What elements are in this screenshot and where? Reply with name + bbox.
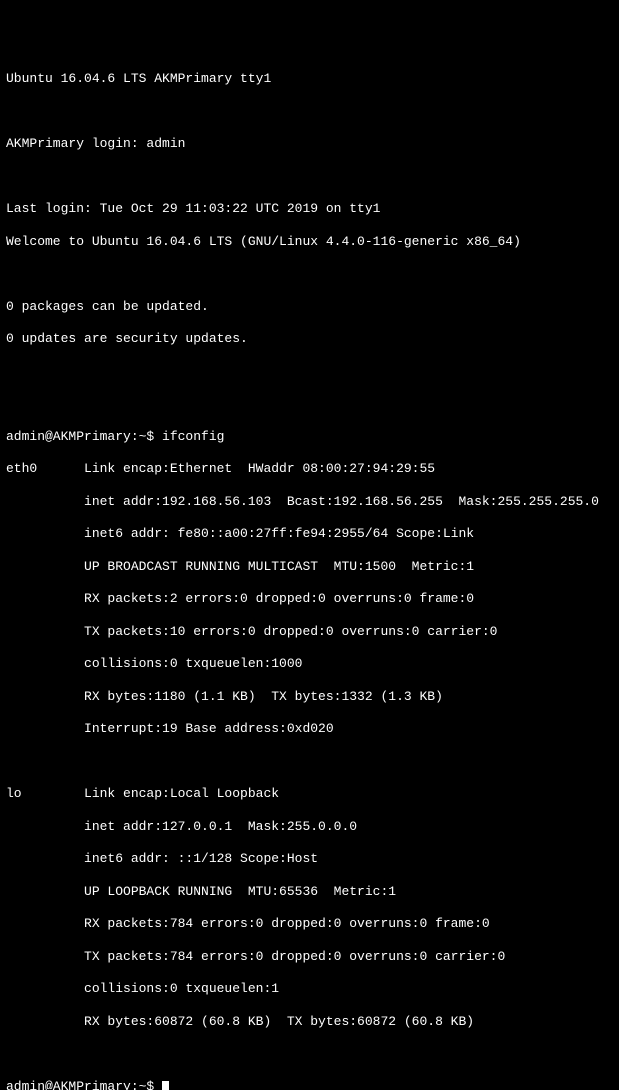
ifconfig-lo-l2: inet addr:127.0.0.1 Mask:255.0.0.0 <box>6 819 613 835</box>
ifconfig-lo-l6: TX packets:784 errors:0 dropped:0 overru… <box>6 949 613 965</box>
ifconfig-eth0-l7: collisions:0 txqueuelen:1000 <box>6 656 613 672</box>
typed-command: ifconfig <box>162 429 224 444</box>
ifconfig-lo-l4: UP LOOPBACK RUNNING MTU:65536 Metric:1 <box>6 884 613 900</box>
ifconfig-lo-l5: RX packets:784 errors:0 dropped:0 overru… <box>6 916 613 932</box>
blank-line <box>6 396 613 412</box>
ifconfig-eth0-l8: RX bytes:1180 (1.1 KB) TX bytes:1332 (1.… <box>6 689 613 705</box>
ifconfig-lo-l7: collisions:0 txqueuelen:1 <box>6 981 613 997</box>
last-login: Last login: Tue Oct 29 11:03:22 UTC 2019… <box>6 201 613 217</box>
updates-line-2: 0 updates are security updates. <box>6 331 613 347</box>
command-line-2[interactable]: admin@AKMPrimary:~$ <box>6 1079 613 1090</box>
ifconfig-eth0-l1: eth0 Link encap:Ethernet HWaddr 08:00:27… <box>6 461 613 477</box>
ifconfig-lo-l8: RX bytes:60872 (60.8 KB) TX bytes:60872 … <box>6 1014 613 1030</box>
command-line-1[interactable]: admin@AKMPrimary:~$ ifconfig <box>6 429 613 445</box>
ifconfig-eth0-l4: UP BROADCAST RUNNING MULTICAST MTU:1500 … <box>6 559 613 575</box>
ifconfig-eth0-l2: inet addr:192.168.56.103 Bcast:192.168.5… <box>6 494 613 510</box>
ifconfig-eth0-l6: TX packets:10 errors:0 dropped:0 overrun… <box>6 624 613 640</box>
blank-line <box>6 364 613 380</box>
blank-line <box>6 169 613 185</box>
cursor-icon <box>162 1081 169 1090</box>
ifconfig-lo-l1: lo Link encap:Local Loopback <box>6 786 613 802</box>
ifconfig-lo-l3: inet6 addr: ::1/128 Scope:Host <box>6 851 613 867</box>
ifconfig-eth0-l3: inet6 addr: fe80::a00:27ff:fe94:2955/64 … <box>6 526 613 542</box>
updates-line-1: 0 packages can be updated. <box>6 299 613 315</box>
blank-line <box>6 266 613 282</box>
shell-prompt: admin@AKMPrimary:~$ <box>6 429 162 444</box>
banner-line: Ubuntu 16.04.6 LTS AKMPrimary tty1 <box>6 71 613 87</box>
ifconfig-eth0-l5: RX packets:2 errors:0 dropped:0 overruns… <box>6 591 613 607</box>
login-prompt: AKMPrimary login: admin <box>6 136 613 152</box>
ifconfig-eth0-l9: Interrupt:19 Base address:0xd020 <box>6 721 613 737</box>
blank-line <box>6 754 613 770</box>
welcome-line: Welcome to Ubuntu 16.04.6 LTS (GNU/Linux… <box>6 234 613 250</box>
shell-prompt: admin@AKMPrimary:~$ <box>6 1079 162 1090</box>
blank-line <box>6 104 613 120</box>
blank-line <box>6 1046 613 1062</box>
